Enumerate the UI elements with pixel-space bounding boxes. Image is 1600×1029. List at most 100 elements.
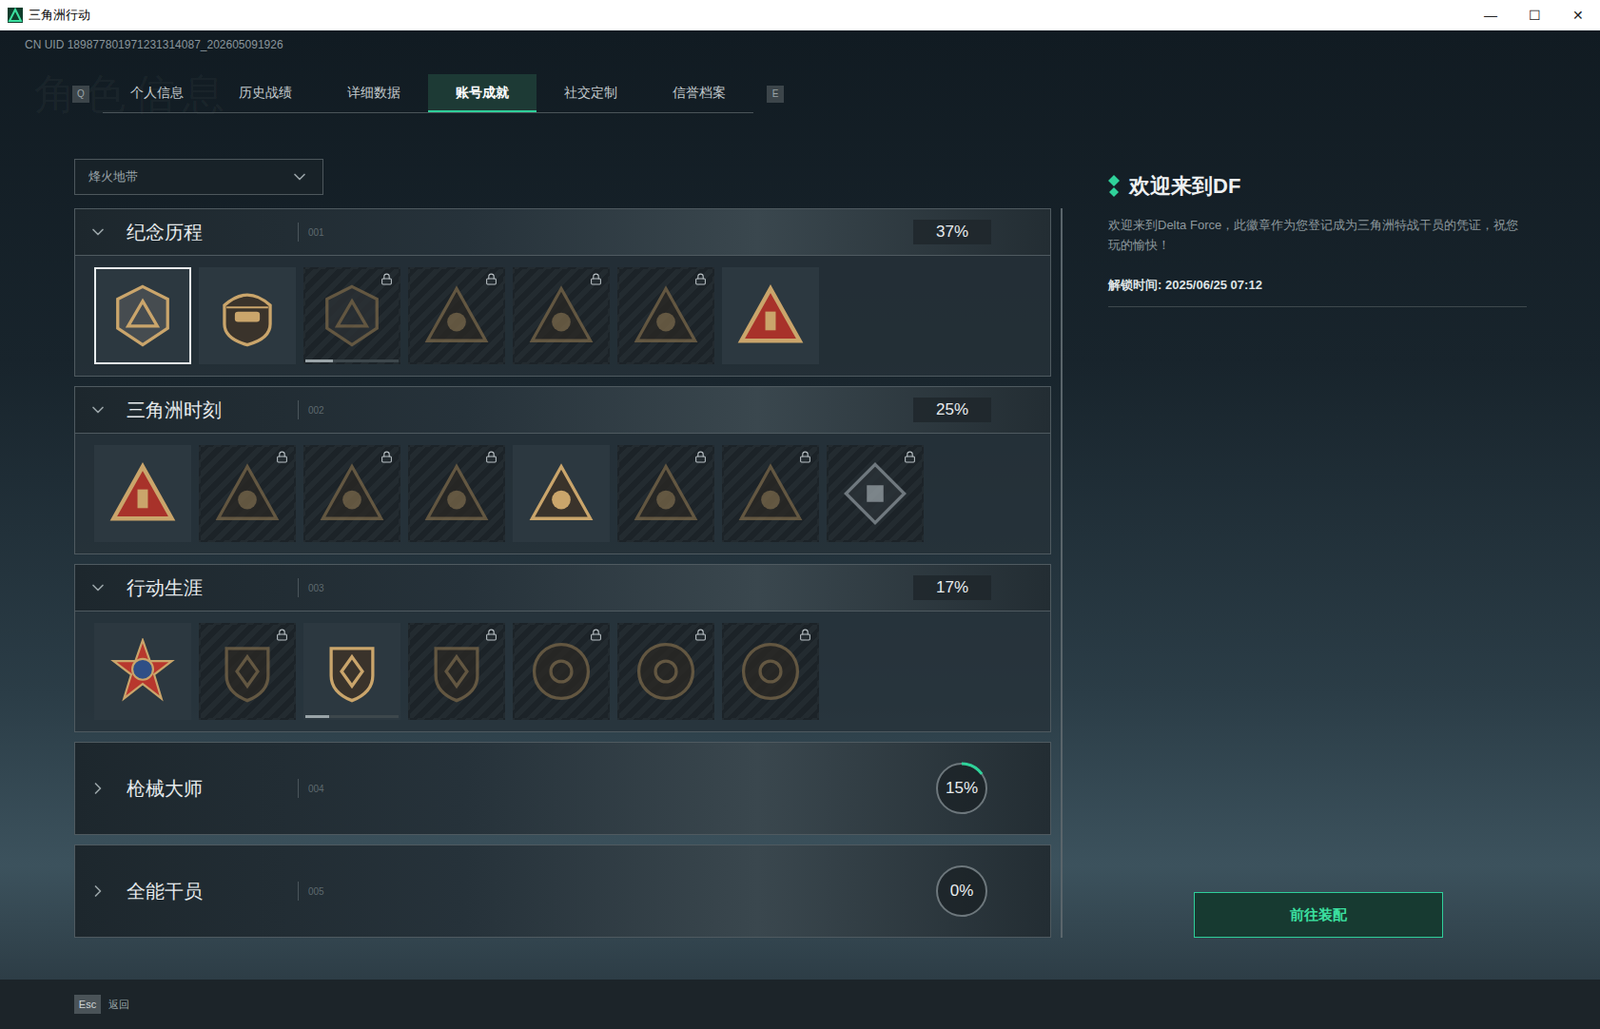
badge-emblem-icon (737, 282, 804, 350)
expand-icon (88, 779, 108, 799)
lock-icon (275, 450, 289, 464)
section-percent: 0% (950, 878, 975, 904)
badge-tile[interactable] (198, 623, 296, 721)
badge-tile[interactable] (617, 267, 715, 365)
lock-icon (903, 450, 917, 464)
section-code: 002 (308, 403, 325, 418)
header-divider (297, 400, 299, 420)
title-bar: 三角洲行动—☐✕ (0, 0, 1600, 31)
lock-icon (485, 628, 498, 642)
badge-tile[interactable] (512, 445, 610, 543)
window-control[interactable]: ☐ (1512, 0, 1557, 31)
progress-ring: 15% (932, 759, 992, 819)
section-percent: 15% (945, 776, 978, 801)
section-code: 004 (308, 781, 325, 797)
dropdown-chevron-icon (290, 167, 310, 187)
section-header[interactable]: 枪械大师 004 15% (75, 742, 1051, 835)
app-logo-icon (7, 7, 23, 23)
badge-emblem-icon (318, 638, 386, 705)
badge-emblem-icon (214, 282, 281, 350)
tab[interactable]: 信誉档案 (644, 74, 754, 113)
app-window: 三角洲行动—☐✕角色信息CN UID 189877801971231314087… (0, 0, 1600, 1029)
section-title: 纪念历程 (126, 217, 298, 247)
badge-tile[interactable] (408, 623, 506, 721)
prev-tab-key[interactable]: Q (72, 85, 90, 103)
back-label[interactable]: 返回 (108, 996, 130, 1014)
main-area: 角色信息CN UID 189877801971231314087_2026050… (0, 30, 1600, 980)
badge-tile[interactable] (303, 445, 401, 543)
lock-icon (694, 273, 707, 286)
section-code: 001 (308, 225, 325, 240)
badge-tile[interactable] (94, 623, 192, 721)
header-divider (297, 222, 299, 242)
tab[interactable]: 详细数据 (319, 74, 429, 113)
tab[interactable]: 个人信息 (102, 74, 212, 113)
badge-tile[interactable] (721, 267, 820, 365)
collapse-icon (88, 222, 108, 242)
tab[interactable]: 历史战绩 (211, 74, 320, 113)
section-header[interactable]: 全能干员0050% (75, 845, 1051, 937)
badge-row (75, 610, 1051, 732)
achievement-section: 全能干员0050% (74, 844, 1052, 938)
badge-tile[interactable] (826, 445, 924, 543)
badge-tile[interactable] (617, 623, 715, 721)
section-title: 枪械大师 (126, 774, 298, 803)
badge-tile[interactable] (303, 267, 401, 365)
section-header[interactable]: 三角洲时刻00225% (75, 387, 1051, 433)
mode-dropdown[interactable]: 烽火地带 (74, 158, 324, 196)
badge-tile[interactable] (617, 445, 715, 543)
tab[interactable]: 社交定制 (536, 74, 645, 113)
percent-box: 17% (913, 575, 992, 601)
badge-emblem-icon (214, 638, 281, 705)
badge-emblem-icon (109, 282, 176, 350)
badge-tile[interactable] (198, 445, 296, 543)
section-code: 003 (308, 581, 325, 596)
window-control[interactable]: ✕ (1556, 0, 1600, 31)
badge-tile[interactable] (721, 445, 820, 543)
lock-icon (799, 628, 812, 642)
badge-tile[interactable] (721, 623, 820, 721)
lock-icon (380, 450, 393, 464)
badge-row (75, 432, 1051, 554)
section-percent: 25% (936, 397, 969, 423)
badge-tile[interactable] (94, 267, 192, 365)
badge-tile[interactable] (303, 623, 401, 721)
badge-tile[interactable] (198, 267, 296, 365)
lock-icon (589, 628, 603, 642)
percent-box: 25% (913, 397, 992, 423)
badge-emblem-icon (109, 460, 176, 527)
badge-emblem-icon (737, 460, 804, 527)
achievement-section: 行动生涯00317% (74, 564, 1052, 733)
equip-button[interactable]: 前往装配 (1193, 892, 1444, 938)
achievement-section: 三角洲时刻00225% (74, 386, 1052, 555)
section-header[interactable]: 行动生涯00317% (75, 565, 1051, 611)
next-tab-key[interactable]: E (766, 85, 784, 103)
window-control[interactable]: — (1468, 0, 1513, 31)
tab[interactable]: 账号成就 (428, 74, 537, 113)
lock-icon (380, 273, 393, 286)
badge-progress-track (305, 715, 399, 719)
badge-tile[interactable] (512, 267, 610, 365)
lock-icon (694, 450, 707, 464)
lock-icon (485, 450, 498, 464)
header-divider (297, 578, 299, 598)
dropdown-value: 烽火地带 (88, 167, 138, 187)
badge-emblem-icon (423, 460, 490, 527)
esc-key[interactable]: Esc (74, 995, 101, 1015)
section-header[interactable]: 纪念历程 001 37% (75, 209, 1051, 255)
badge-row (75, 254, 1051, 376)
unlock-time: 解锁时间: 2025/06/25 07:12 (1108, 275, 1527, 308)
header-divider (297, 881, 299, 901)
badge-emblem-icon (632, 638, 700, 705)
uid-label: CN UID 189877801971231314087_20260509192… (0, 30, 1600, 54)
lock-icon (799, 450, 812, 464)
badge-tile[interactable] (408, 267, 506, 365)
badge-tile[interactable] (408, 445, 506, 543)
footer-bar: Esc 返回 (0, 979, 1600, 1029)
badge-emblem-icon (527, 638, 595, 705)
badge-tile[interactable] (94, 445, 192, 543)
badge-tile[interactable] (512, 623, 610, 721)
percent-box: 37% (913, 219, 992, 245)
detail-description: 欢迎来到Delta Force，此徽章作为您登记成为三角洲特战干员的凭证，祝您玩… (1108, 214, 1527, 255)
scrollbar[interactable] (1060, 208, 1063, 938)
